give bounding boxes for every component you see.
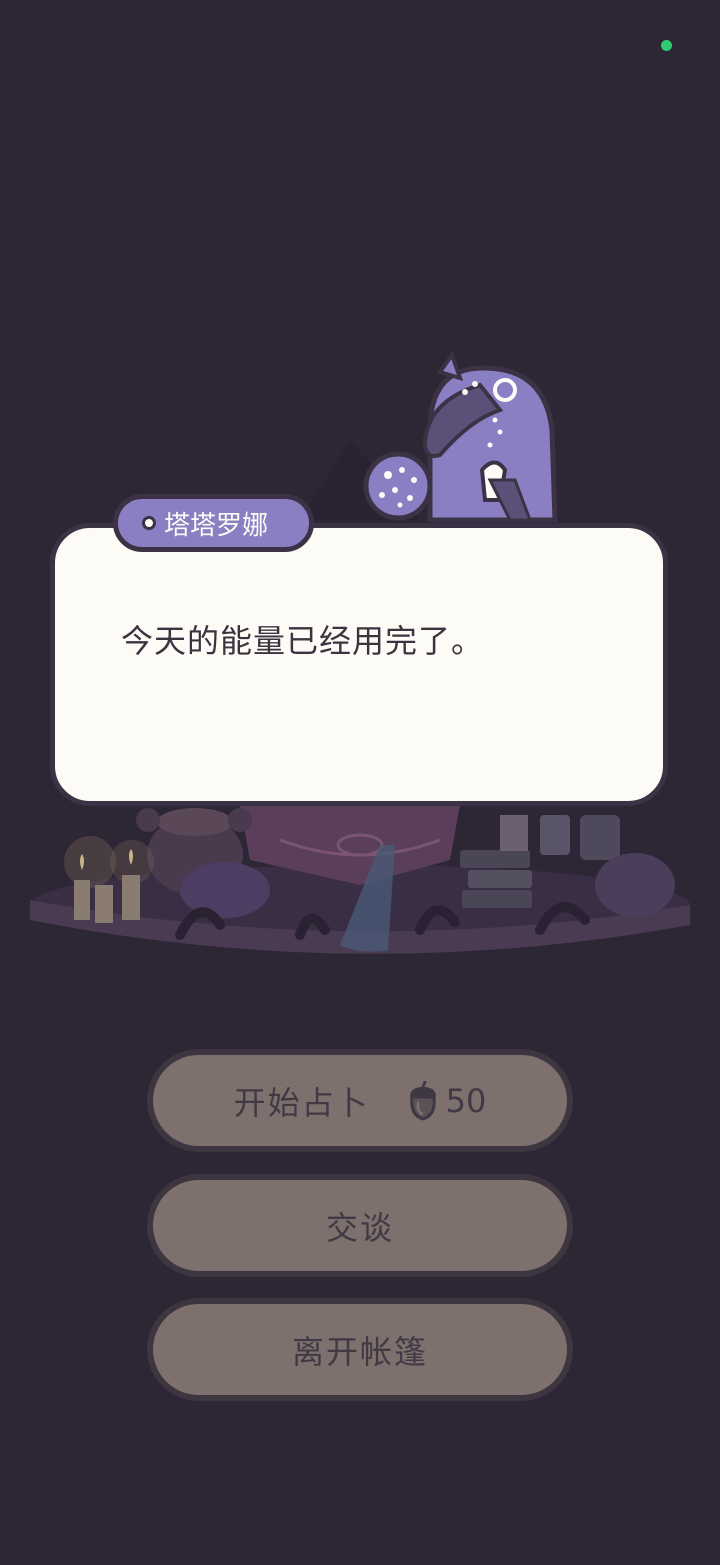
name-tag-dot-icon <box>142 516 156 530</box>
leave-tent-label: 离开帐篷 <box>291 1332 428 1371</box>
game-screen: 今天的能量已经用完了。 塔塔罗娜 开始占卜 50 交谈 离开帐篷 <box>0 0 720 1565</box>
fortune-teller-character <box>422 350 558 523</box>
dialog-box[interactable]: 今天的能量已经用完了。 <box>50 523 668 806</box>
book-stack <box>460 815 532 908</box>
talk-label: 交谈 <box>325 1208 394 1247</box>
talk-button[interactable]: 交谈 <box>147 1174 573 1277</box>
start-fortune-button[interactable]: 开始占卜 50 <box>147 1049 573 1152</box>
crystal-ball-icon <box>363 451 433 521</box>
start-fortune-label: 开始占卜 <box>233 1083 370 1122</box>
speaker-name: 塔塔罗娜 <box>164 510 269 541</box>
acorn-icon <box>409 1080 436 1121</box>
speaker-name-tag: 塔塔罗娜 <box>113 494 314 552</box>
dialog-message: 今天的能量已经用完了。 <box>121 622 485 660</box>
fortune-cost-value: 50 <box>445 1081 487 1120</box>
fortune-cost: 50 <box>404 1080 487 1121</box>
leave-tent-button[interactable]: 离开帐篷 <box>147 1298 573 1401</box>
sack <box>180 862 270 918</box>
status-indicator-dot <box>661 40 672 51</box>
